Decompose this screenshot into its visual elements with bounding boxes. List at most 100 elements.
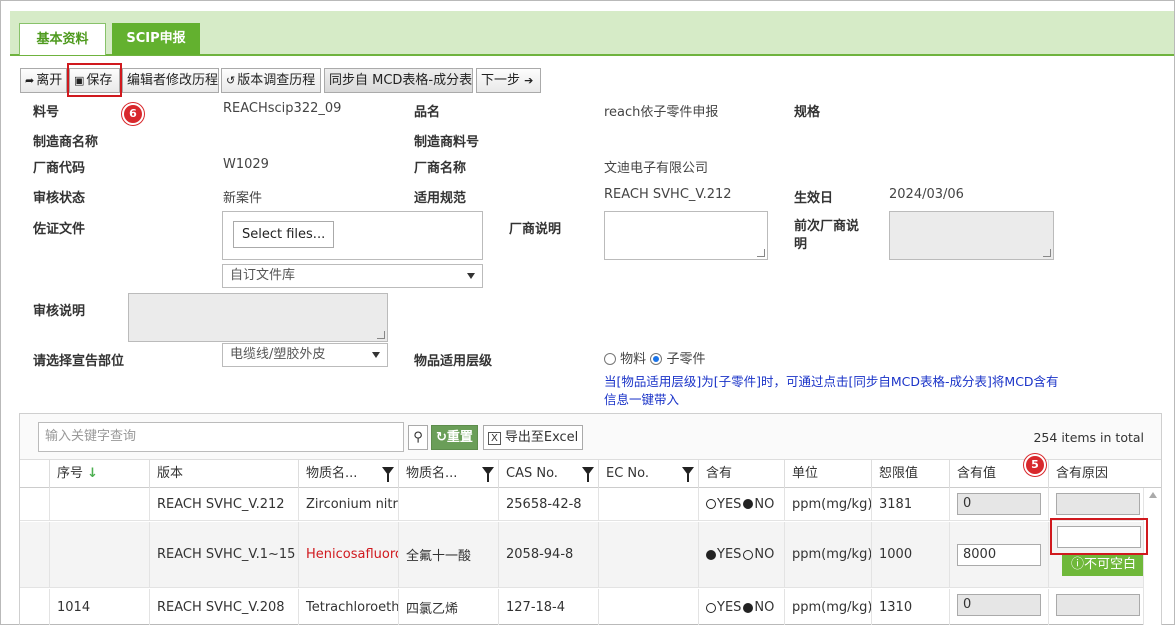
exit-icon: ➦ bbox=[25, 74, 35, 87]
part-no-label: 料号 bbox=[33, 105, 60, 120]
level-radio-group: 物料 子零件 bbox=[604, 348, 705, 367]
sync-mcd-button[interactable]: 同步自 MCD表格-成分表 bbox=[324, 68, 473, 93]
radio-no[interactable] bbox=[743, 602, 754, 613]
filter-icon[interactable] bbox=[582, 467, 594, 482]
radio-subpart-label: 子零件 bbox=[666, 352, 706, 367]
next-step-button[interactable]: 下一步 ➔ bbox=[476, 68, 541, 93]
value-input: 0 bbox=[957, 594, 1041, 616]
cell-seq bbox=[49, 522, 149, 587]
cell-threshold: 1310 bbox=[871, 589, 949, 625]
radio-yes[interactable] bbox=[706, 602, 716, 613]
resize-grip-icon bbox=[377, 331, 385, 339]
cell-ec bbox=[598, 589, 698, 625]
cell-unit: ppm(mg/kg) bbox=[784, 488, 871, 520]
vendor-name-value: 文迪电子有限公司 bbox=[604, 161, 709, 176]
cell-name-cn: 全氟十一酸 bbox=[398, 522, 498, 587]
cell-version: REACH SVHC_V.208 bbox=[149, 589, 298, 625]
history-icon: ↺ bbox=[226, 74, 236, 87]
substance-grid: 输入关键字查询 ⚲ ↻重置 X 导出至Excel 254 items in tot… bbox=[19, 413, 1162, 625]
header-contains[interactable]: 含有 bbox=[698, 460, 784, 488]
header-name-cn[interactable]: 物质名... bbox=[398, 460, 498, 488]
cell-seq: 1014 bbox=[49, 589, 149, 625]
warning-icon: ⓘ bbox=[1070, 557, 1084, 572]
effective-date-value: 2024/03/06 bbox=[889, 187, 964, 202]
header-seq[interactable]: 序号 ↓ bbox=[49, 460, 149, 488]
name-label: 品名 bbox=[414, 105, 441, 120]
select-files-button[interactable]: Select files... bbox=[233, 221, 335, 248]
save-highlight-box bbox=[67, 63, 122, 97]
cell-value: 0 bbox=[949, 488, 1048, 520]
part-no-value: REACHscip322_09 bbox=[223, 101, 342, 116]
value-input[interactable]: 8000 bbox=[957, 544, 1041, 566]
cell-value: 8000 bbox=[949, 522, 1048, 587]
radio-subpart[interactable] bbox=[650, 353, 663, 365]
table-row: 1014 REACH SVHC_V.208 Tetrachloroethyl 四… bbox=[20, 589, 1144, 625]
vendor-note-textarea[interactable] bbox=[604, 211, 768, 260]
review-note-label: 审核说明 bbox=[33, 304, 86, 319]
library-select[interactable]: 自订文件库 bbox=[222, 264, 483, 288]
spec-label: 规格 bbox=[794, 105, 821, 120]
version-history-button[interactable]: ↺ 版本调查历程 bbox=[221, 68, 321, 93]
review-note-textarea bbox=[128, 293, 388, 342]
cell-cas: 2058-94-8 bbox=[498, 522, 598, 587]
regulation-value: REACH SVHC_V.212 bbox=[604, 187, 732, 202]
row-spacer bbox=[20, 589, 49, 625]
cell-unit: ppm(mg/kg) bbox=[784, 589, 871, 625]
step-badge-6: 6 bbox=[122, 103, 144, 125]
cell-name-en: Tetrachloroethyl bbox=[298, 589, 398, 625]
effective-date-label: 生效日 bbox=[794, 191, 834, 206]
search-input[interactable]: 输入关键字查询 bbox=[38, 422, 404, 452]
cell-version: REACH SVHC_V.1~15 bbox=[149, 522, 298, 587]
radio-no[interactable] bbox=[743, 499, 754, 509]
header-version[interactable]: 版本 bbox=[149, 460, 298, 488]
radio-material-label: 物料 bbox=[620, 352, 647, 367]
tab-scip-declare[interactable]: SCIP申报 bbox=[112, 23, 200, 55]
declare-part-select[interactable]: 电缆线/塑胶外皮 bbox=[222, 343, 388, 367]
grid-scrollbar[interactable] bbox=[1143, 488, 1161, 625]
header-ec[interactable]: EC No. bbox=[598, 460, 698, 488]
header-unit[interactable]: 单位 bbox=[784, 460, 871, 488]
header-reason[interactable]: 含有原因 bbox=[1048, 460, 1144, 488]
vendor-name-label: 厂商名称 bbox=[414, 161, 467, 176]
filter-icon[interactable] bbox=[682, 467, 694, 482]
review-status-value: 新案件 bbox=[223, 191, 263, 206]
evidence-label: 佐证文件 bbox=[33, 222, 86, 237]
cell-value: 0 bbox=[949, 589, 1048, 625]
reset-button[interactable]: ↻重置 bbox=[431, 425, 478, 450]
cell-name-en: Henicosafluorou bbox=[298, 522, 398, 587]
regulation-label: 适用规范 bbox=[414, 191, 467, 206]
table-row: REACH SVHC_V.212 Zirconium nitride 25658… bbox=[20, 488, 1144, 521]
radio-material[interactable] bbox=[604, 353, 616, 365]
cell-threshold: 3181 bbox=[871, 488, 949, 520]
export-excel-button[interactable]: X 导出至Excel bbox=[483, 425, 584, 450]
required-tooltip: ⓘ不可空白 bbox=[1062, 554, 1144, 576]
header-cas[interactable]: CAS No. bbox=[498, 460, 598, 488]
cell-seq bbox=[49, 488, 149, 520]
prev-vendor-note-label: 前次厂商说明 bbox=[794, 219, 860, 252]
scroll-up-icon[interactable] bbox=[1149, 492, 1157, 498]
reason-input bbox=[1056, 594, 1140, 616]
tab-basic-info[interactable]: 基本资料 bbox=[19, 23, 106, 55]
cell-name-cn bbox=[398, 488, 498, 520]
radio-no[interactable] bbox=[743, 549, 754, 560]
radio-yes[interactable] bbox=[706, 499, 716, 509]
editor-history-button[interactable]: 编辑者修改历程 bbox=[122, 68, 219, 93]
header-spacer bbox=[20, 460, 49, 488]
maker-part-label: 制造商料号 bbox=[414, 135, 480, 150]
reason-highlight-box bbox=[1050, 518, 1148, 555]
reason-input bbox=[1056, 493, 1140, 515]
search-icon[interactable]: ⚲ bbox=[408, 425, 428, 450]
value-input: 0 bbox=[957, 493, 1041, 515]
grid-toolbar: 输入关键字查询 ⚲ ↻重置 X 导出至Excel 254 items in tot… bbox=[20, 414, 1161, 460]
level-label: 物品适用层级 bbox=[414, 354, 493, 369]
arrow-right-icon: ➔ bbox=[524, 74, 534, 87]
header-name-en[interactable]: 物质名... bbox=[298, 460, 398, 488]
leave-button[interactable]: ➦ 离开 bbox=[20, 68, 67, 93]
radio-yes[interactable] bbox=[706, 549, 716, 560]
filter-icon[interactable] bbox=[382, 467, 394, 482]
cell-ec bbox=[598, 488, 698, 520]
filter-icon[interactable] bbox=[482, 467, 494, 482]
vendor-code-label: 厂商代码 bbox=[33, 161, 86, 176]
header-threshold[interactable]: 恕限值 bbox=[871, 460, 949, 488]
level-note: 当[物品适用层级]为[子零件]时，可通过点击[同步自MCD表格-成分表]将MCD… bbox=[604, 374, 1059, 407]
